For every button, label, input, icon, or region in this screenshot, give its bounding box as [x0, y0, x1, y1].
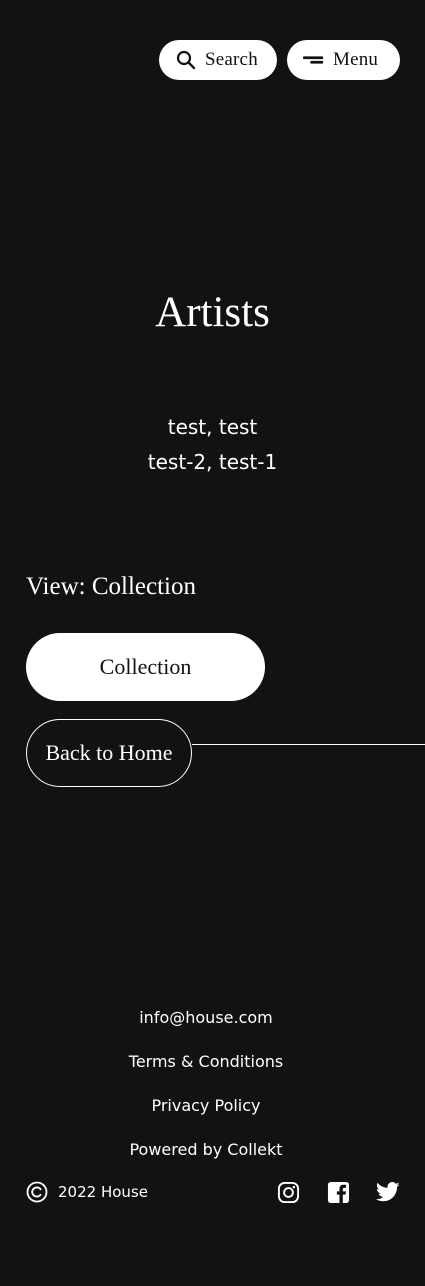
footer-links: info@house.com Terms & Conditions Privac…	[0, 1005, 412, 1181]
search-label: Search	[205, 49, 258, 70]
email-link[interactable]: info@house.com	[0, 1005, 412, 1049]
page-title: Artists	[155, 289, 270, 336]
privacy-link[interactable]: Privacy Policy	[0, 1093, 412, 1137]
artist-line: test, test	[167, 415, 258, 439]
artist-list: test, test test-2, test-1	[0, 410, 425, 480]
terms-link[interactable]: Terms & Conditions	[0, 1049, 412, 1093]
copyright-text: 2022 House	[58, 1183, 148, 1201]
copyright: 2022 House	[26, 1181, 148, 1203]
copyright-icon	[26, 1181, 48, 1203]
search-button[interactable]: Search	[159, 40, 277, 80]
menu-label: Menu	[333, 49, 379, 70]
menu-button[interactable]: Menu	[287, 40, 400, 80]
instagram-icon[interactable]	[276, 1180, 300, 1204]
facebook-icon[interactable]	[326, 1180, 350, 1204]
view-collection-label: View: Collection	[26, 573, 196, 600]
back-to-home-button[interactable]: Back to Home	[26, 719, 192, 787]
menu-icon	[303, 49, 325, 71]
collection-button[interactable]: Collection	[26, 633, 265, 701]
twitter-icon[interactable]	[376, 1180, 400, 1204]
powered-by-link[interactable]: Powered by Collekt	[0, 1137, 412, 1181]
artist-line: test-2, test-1	[147, 450, 278, 474]
social-links	[276, 1180, 400, 1204]
divider-line	[192, 744, 425, 745]
search-icon	[175, 49, 197, 71]
